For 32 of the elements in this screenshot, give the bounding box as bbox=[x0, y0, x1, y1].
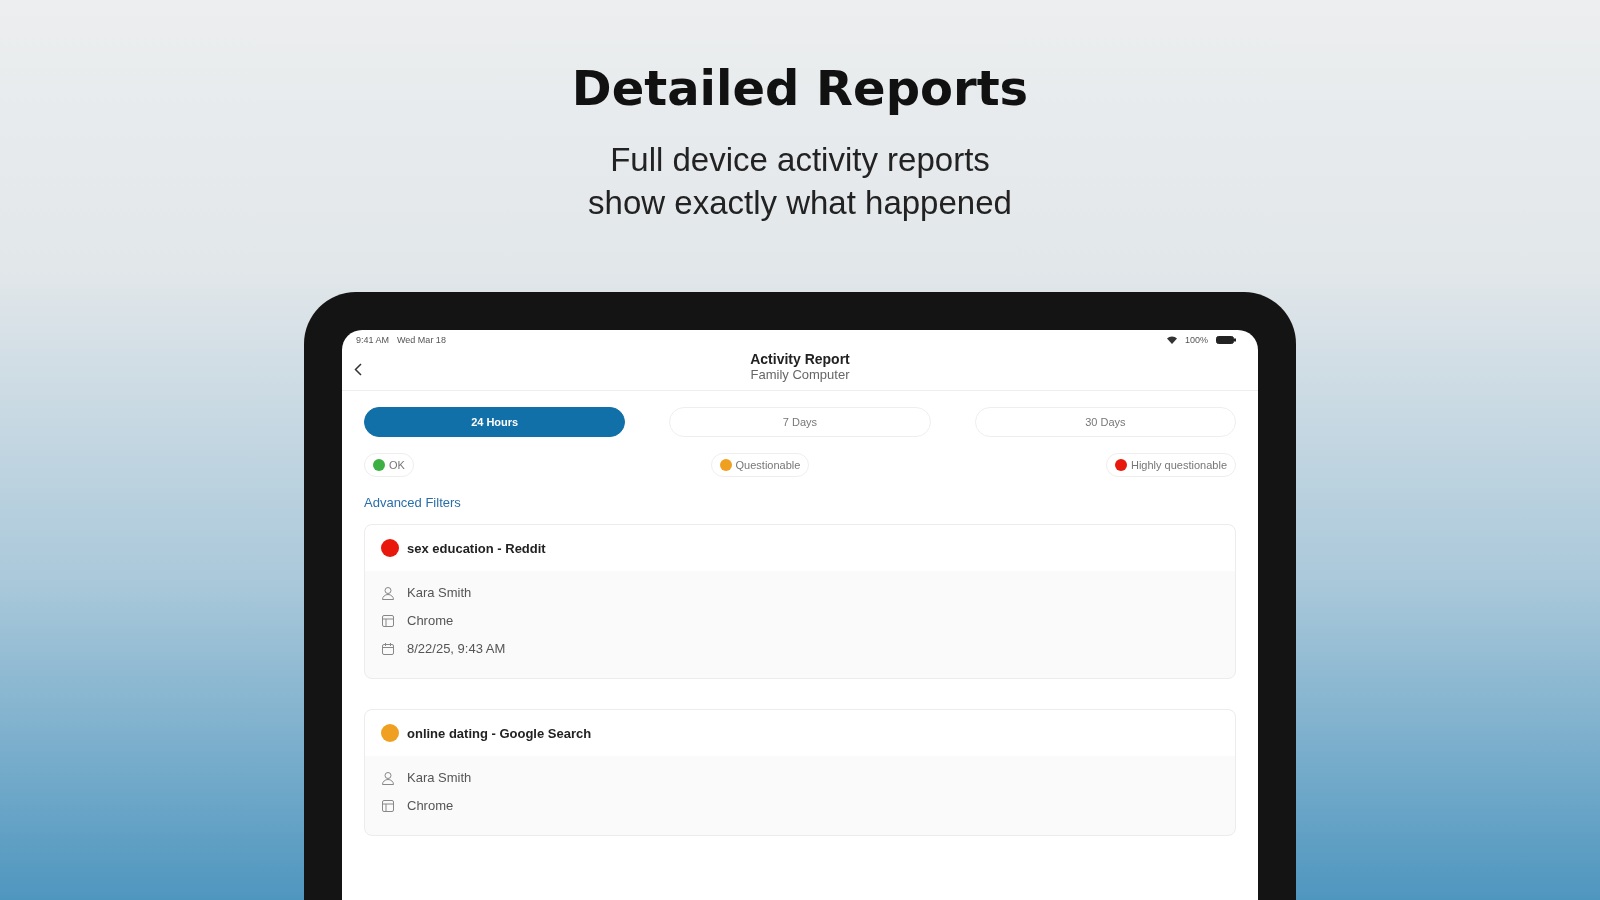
calendar-icon bbox=[381, 641, 395, 656]
activity-card[interactable]: online dating - Google Search Kara Smith Chrome bbox=[364, 709, 1236, 836]
period-tab[interactable]: 7 Days bbox=[669, 407, 931, 437]
subheadline: Full device activity reports bbox=[609, 140, 991, 180]
screen-title: Activity Report bbox=[750, 351, 850, 367]
status-date: Wed Mar 18 bbox=[397, 335, 446, 345]
advanced-filters-link[interactable]: Advanced Filters bbox=[364, 495, 1236, 510]
person-icon bbox=[381, 770, 395, 785]
activity-title: online dating - Google Search bbox=[407, 725, 592, 741]
period-tab[interactable]: 30 Days bbox=[974, 407, 1236, 437]
battery-icon bbox=[1216, 336, 1236, 344]
rating-filter-chip[interactable]: Highly questionable bbox=[1106, 453, 1236, 477]
headline: Detailed Reports bbox=[571, 60, 1029, 116]
activity-app: Chrome bbox=[407, 798, 454, 813]
browser-window-icon bbox=[381, 798, 395, 813]
screen-subtitle: Family Computer bbox=[750, 367, 850, 382]
activity-card[interactable]: sex education - Reddit Kara Smith Chrome 8/22/25, 9:43 AM bbox=[364, 524, 1236, 679]
activity-user: Kara Smith bbox=[407, 770, 472, 785]
person-icon bbox=[381, 585, 395, 600]
rating-filter-chip[interactable]: OK bbox=[364, 453, 414, 477]
activity-app: Chrome bbox=[407, 613, 454, 628]
rating-filter-chip[interactable]: Questionable bbox=[710, 453, 810, 477]
activity-time: 8/22/25, 9:43 AM bbox=[407, 641, 506, 656]
period-tab[interactable]: 24 Hours bbox=[364, 407, 626, 437]
status-time: 9:41 AM bbox=[356, 335, 390, 345]
browser-window-icon bbox=[381, 613, 395, 628]
wifi-icon bbox=[1166, 336, 1177, 344]
activity-title: sex education - Reddit bbox=[407, 540, 546, 556]
back-chevron-icon[interactable] bbox=[354, 363, 362, 376]
subheadline: show exactly what happened bbox=[588, 183, 1012, 223]
battery-percent: 100% bbox=[1184, 335, 1208, 345]
activity-user: Kara Smith bbox=[407, 585, 472, 600]
